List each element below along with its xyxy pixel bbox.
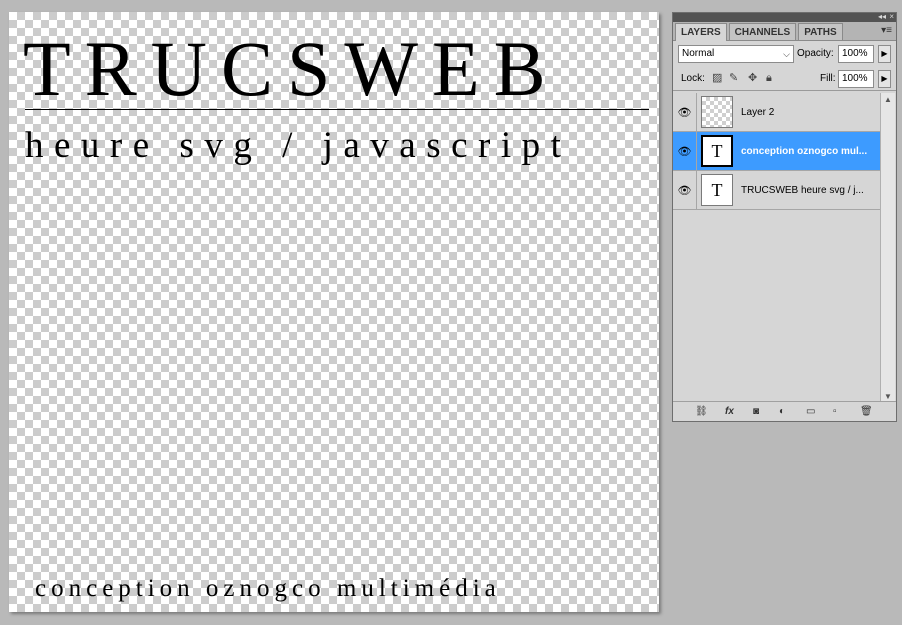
layers-list: 👁︎ Layer 2 👁︎ T conception oznogco mul..… xyxy=(673,92,880,403)
layer-row-layer-2[interactable]: 👁︎ Layer 2 xyxy=(673,92,880,132)
fill-label: Fill: xyxy=(820,73,836,84)
document-canvas[interactable]: TRUCSWEB heure svg / javascript concepti… xyxy=(9,12,659,612)
eye-icon[interactable]: 👁︎ xyxy=(673,92,697,132)
text-layer-icon: T xyxy=(701,174,733,206)
layer-row-conception[interactable]: 👁︎ T conception oznogco mul... xyxy=(673,131,880,171)
layer-style-icon[interactable]: fx xyxy=(725,406,734,418)
blend-mode-select[interactable]: Normal ⌵ xyxy=(678,45,794,63)
layer-name: Layer 2 xyxy=(741,106,775,118)
tab-channels[interactable]: CHANNELS xyxy=(728,23,797,40)
trash-icon[interactable]: 🗑︎ xyxy=(860,406,873,418)
eye-icon[interactable]: 👁︎ xyxy=(673,131,697,171)
adjustment-layer-icon[interactable]: ◐ xyxy=(779,406,785,418)
layers-panel: ◂◂ × LAYERS CHANNELS PATHS ▾≡ Normal ⌵ O… xyxy=(672,12,897,422)
lock-fill-row: Lock: ▨ ✎ ✥ 🔒︎ Fill: 100% ▶ xyxy=(673,66,896,91)
fill-input[interactable]: 100% xyxy=(838,70,874,88)
tab-layers[interactable]: LAYERS xyxy=(675,23,727,41)
opacity-slider-button[interactable]: ▶ xyxy=(878,45,891,63)
scroll-up-icon[interactable]: ▲ xyxy=(884,95,892,104)
lock-label: Lock: xyxy=(681,73,705,84)
panel-tabs: LAYERS CHANNELS PATHS ▾≡ xyxy=(673,22,896,41)
text-layer-icon: T xyxy=(701,135,733,167)
tab-paths[interactable]: PATHS xyxy=(798,23,843,40)
layers-scrollbar[interactable]: ▲ ▼ xyxy=(880,93,895,403)
panel-menu-icon[interactable]: ▾≡ xyxy=(881,26,892,36)
panel-header-bar: ◂◂ × xyxy=(673,12,896,22)
new-group-icon[interactable]: ▭ xyxy=(806,406,815,418)
opacity-label: Opacity: xyxy=(797,48,834,59)
canvas-title-text: TRUCSWEB xyxy=(23,25,560,112)
collapse-icon[interactable]: ◂◂ xyxy=(878,12,886,22)
blend-opacity-row: Normal ⌵ Opacity: 100% ▶ xyxy=(673,41,896,66)
chevron-down-icon: ⌵ xyxy=(783,49,790,59)
panel-footer-toolbar: ⛓ fx ◙ ◐ ▭ ▫ 🗑︎ xyxy=(673,401,896,421)
horizontal-rule xyxy=(25,109,649,110)
opacity-input[interactable]: 100% xyxy=(838,45,874,63)
blend-mode-value: Normal xyxy=(682,48,715,59)
layer-name: TRUCSWEB heure svg / j... xyxy=(741,184,864,196)
canvas-subtitle-text: heure svg / javascript xyxy=(25,125,572,166)
lock-all-icon[interactable]: 🔒︎ xyxy=(766,72,772,84)
eye-icon[interactable]: 👁︎ xyxy=(673,170,697,210)
close-icon[interactable]: × xyxy=(889,12,894,22)
lock-position-icon[interactable]: ✥ xyxy=(748,72,757,84)
lock-transparent-pixels-icon[interactable]: ▨ xyxy=(712,72,722,84)
layer-mask-icon[interactable]: ◙ xyxy=(753,406,759,418)
canvas-footer-text: conception oznogco multimédia xyxy=(35,575,501,602)
link-layers-icon[interactable]: ⛓ xyxy=(695,406,708,418)
new-layer-icon[interactable]: ▫ xyxy=(833,406,837,418)
layer-thumbnail xyxy=(701,96,733,128)
fill-slider-button[interactable]: ▶ xyxy=(878,70,891,88)
layer-row-trucsweb[interactable]: 👁︎ T TRUCSWEB heure svg / j... xyxy=(673,170,880,210)
scroll-down-icon[interactable]: ▼ xyxy=(884,392,892,401)
lock-image-pixels-icon[interactable]: ✎ xyxy=(729,72,738,84)
layer-name: conception oznogco mul... xyxy=(741,145,868,157)
